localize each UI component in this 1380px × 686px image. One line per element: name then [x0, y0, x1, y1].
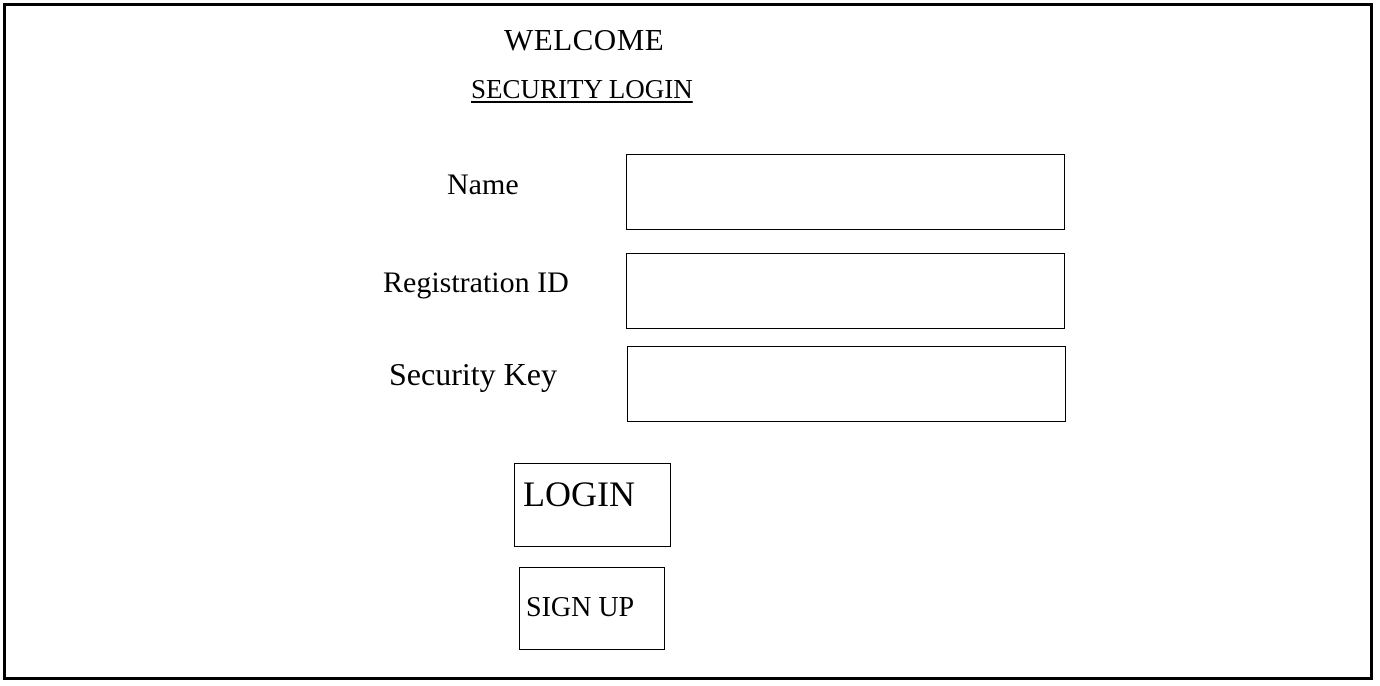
page-subtitle: SECURITY LOGIN: [471, 74, 693, 104]
login-button-label: LOGIN: [523, 474, 635, 514]
name-field[interactable]: [626, 154, 1065, 230]
login-button[interactable]: LOGIN: [514, 463, 671, 547]
page-title: WELCOME: [504, 22, 665, 57]
name-label: Name: [447, 168, 519, 201]
sign-up-button[interactable]: SIGN UP: [519, 567, 665, 650]
registration-id-field[interactable]: [626, 253, 1065, 329]
login-window: [3, 3, 1373, 680]
sign-up-button-label: SIGN UP: [526, 592, 635, 623]
security-key-label: Security Key: [389, 356, 557, 392]
security-key-field[interactable]: [627, 346, 1066, 422]
registration-id-label: Registration ID: [383, 266, 569, 299]
